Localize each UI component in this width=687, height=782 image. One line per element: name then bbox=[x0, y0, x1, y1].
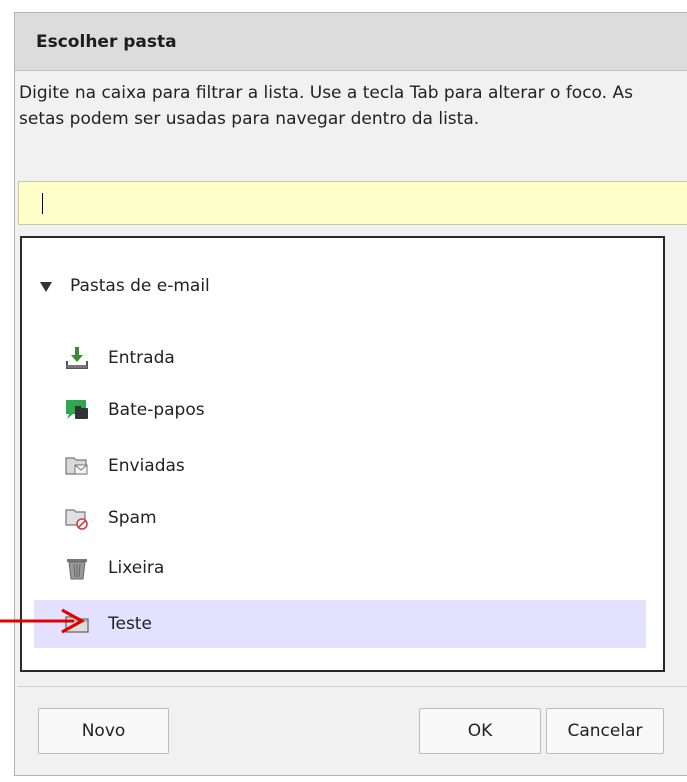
cancel-button[interactable]: Cancelar bbox=[546, 708, 664, 754]
folder-label: Lixeira bbox=[108, 558, 165, 578]
sent-folder-icon bbox=[64, 453, 90, 479]
instructions-text: Digite na caixa para filtrar a lista. Us… bbox=[19, 83, 633, 129]
folder-group-label: Pastas de e-mail bbox=[70, 276, 210, 296]
folder-item-teste[interactable]: Teste bbox=[34, 600, 646, 648]
folder-item-lixeira[interactable]: Lixeira bbox=[34, 544, 646, 592]
dialog-title: Escolher pasta bbox=[15, 13, 687, 71]
folder-label: Bate-papos bbox=[108, 400, 205, 420]
spam-folder-icon bbox=[64, 505, 90, 531]
annotation-arrow-icon bbox=[0, 608, 86, 634]
folder-item-entrada[interactable]: Entrada bbox=[34, 334, 646, 382]
folder-item-enviadas[interactable]: Enviadas bbox=[34, 442, 646, 490]
inbox-download-icon bbox=[64, 345, 90, 371]
folder-item-spam[interactable]: Spam bbox=[34, 494, 646, 542]
folder-label: Teste bbox=[108, 614, 152, 634]
new-folder-button[interactable]: Novo bbox=[38, 708, 169, 754]
text-cursor bbox=[42, 193, 43, 214]
folder-label: Entrada bbox=[108, 348, 175, 368]
expand-triangle-icon[interactable] bbox=[40, 282, 52, 292]
ok-button[interactable]: OK bbox=[419, 708, 541, 754]
folder-group-header[interactable]: Pastas de e-mail bbox=[40, 276, 210, 296]
trash-icon bbox=[64, 555, 90, 581]
chat-folder-icon bbox=[64, 397, 90, 423]
folder-list[interactable]: Pastas de e-mail Entrada Bate-papos Envi… bbox=[20, 236, 665, 672]
folder-item-bate-papos[interactable]: Bate-papos bbox=[34, 386, 646, 434]
folder-label: Spam bbox=[108, 508, 157, 528]
folder-label: Enviadas bbox=[108, 456, 185, 476]
button-separator bbox=[18, 686, 687, 687]
filter-input[interactable] bbox=[18, 181, 687, 225]
